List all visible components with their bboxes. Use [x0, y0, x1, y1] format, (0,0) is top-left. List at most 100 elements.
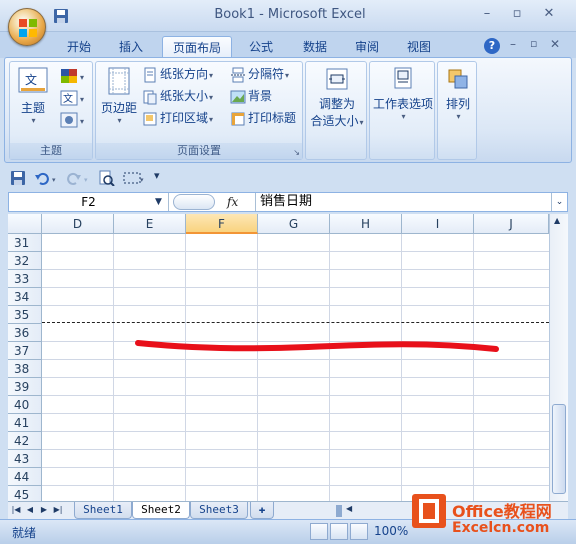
last-sheet-icon[interactable]: ▶| — [52, 503, 64, 517]
group-page-setup: 页边距 ▾ 纸张方向▾ 纸张大小▾ 打印区域▾ 分隔符▾ 背景 打印标题 页面设… — [95, 61, 303, 160]
first-sheet-icon[interactable]: |◀ — [10, 503, 22, 517]
group-themes: 文 主题 ▾ ▾ 文 ▾ ▾ 主题 — [9, 61, 93, 160]
svg-text:▾: ▾ — [80, 117, 84, 126]
scale-to-fit-button[interactable]: 调整为 合适大小▾ — [306, 66, 368, 129]
tab-page-layout[interactable]: 页面布局 — [162, 36, 232, 58]
tab-review[interactable]: 审阅 — [346, 36, 388, 58]
sheet-options-button[interactable]: 工作表选项 ▾ — [370, 66, 436, 121]
tab-data[interactable]: 数据 — [294, 36, 336, 58]
insert-sheet-icon[interactable]: ✚ — [250, 502, 274, 519]
background-icon — [230, 90, 246, 103]
ribbon-minimize-icon[interactable]: – — [510, 37, 516, 51]
tab-home[interactable]: 开始 — [58, 36, 100, 58]
theme-colors-button[interactable]: ▾ — [60, 68, 88, 86]
office-button[interactable] — [8, 8, 46, 46]
breaks-button[interactable]: 分隔符▾ — [230, 64, 289, 84]
watermark-logo — [412, 494, 446, 528]
save-icon[interactable] — [10, 170, 26, 186]
close-button[interactable]: ✕ — [537, 4, 561, 24]
ribbon: 文 主题 ▾ ▾ 文 ▾ ▾ 主题 页边距 ▾ 纸张方向▾ 纸张大小▾ 打印区域▾ — [4, 57, 572, 163]
formula-bar: F2 ▼ fx 销售日期 ⌄ — [8, 192, 568, 212]
next-sheet-icon[interactable]: ▶ — [38, 503, 50, 517]
margins-label: 页边距 — [100, 101, 137, 115]
page-layout-view-icon[interactable] — [330, 523, 348, 540]
tab-formulas[interactable]: 公式 — [240, 36, 282, 58]
scroll-up-icon[interactable]: ▲ — [554, 216, 560, 225]
scroll-left-icon[interactable]: ◀ — [346, 504, 352, 513]
themes-group-label: 主题 — [10, 143, 92, 159]
normal-view-icon[interactable] — [310, 523, 328, 540]
select-region-icon[interactable]: ▾ — [122, 170, 146, 186]
help-icon[interactable]: ? — [484, 38, 500, 54]
group-arrange: 排列 ▾ — [437, 61, 477, 160]
name-box[interactable]: F2 — [9, 193, 169, 211]
vertical-scrollbar[interactable]: ▲ — [549, 214, 568, 502]
sheet-tab[interactable]: Sheet1 — [74, 502, 132, 519]
office-logo-icon — [19, 19, 37, 37]
sheet-tab-active[interactable]: Sheet2 — [132, 502, 190, 519]
status-text: 就绪 — [12, 526, 37, 540]
themes-label: 主题 — [20, 101, 45, 115]
orientation-button[interactable]: 纸张方向▾ — [142, 64, 213, 84]
prev-sheet-icon[interactable]: ◀ — [24, 503, 36, 517]
tab-split-handle[interactable] — [336, 505, 342, 517]
expand-formula-bar-icon[interactable]: ⌄ — [551, 193, 567, 211]
background-label: 背景 — [248, 89, 273, 103]
ribbon-close-icon[interactable]: ✕ — [550, 37, 560, 51]
customize-qat-icon[interactable]: ▾ — [154, 169, 160, 182]
page-break-view-icon[interactable] — [350, 523, 368, 540]
svg-text:▾: ▾ — [140, 176, 144, 184]
print-titles-button[interactable]: 打印标题 — [230, 108, 296, 128]
tab-view[interactable]: 视图 — [398, 36, 440, 58]
svg-text:文: 文 — [63, 92, 73, 105]
orientation-label: 纸张方向 — [160, 67, 209, 81]
watermark-url: Excelcn.com — [452, 520, 550, 536]
ribbon-tab-row: 开始 插入 页面布局 公式 数据 审阅 视图 ? – ▫ ✕ — [0, 32, 576, 58]
group-sheet-options: 工作表选项 ▾ — [369, 61, 435, 160]
themes-button[interactable]: 文 主题 ▾ — [14, 66, 52, 125]
print-area-label: 打印区域 — [160, 111, 209, 125]
redo-icon[interactable]: ▾ — [66, 170, 92, 186]
scale-to-fit-icon — [326, 68, 348, 90]
scale-line1: 调整为 — [318, 97, 355, 111]
title-bar: Book1 - Microsoft Excel – ▫ ✕ — [0, 0, 576, 32]
arrange-button[interactable]: 排列 ▾ — [438, 66, 478, 121]
theme-effects-button[interactable]: ▾ — [60, 112, 88, 130]
ribbon-restore-icon[interactable]: ▫ — [530, 37, 537, 50]
scroll-thumb[interactable] — [552, 404, 566, 494]
dropdown-arrow-icon: ▾ — [117, 116, 122, 125]
size-button[interactable]: 纸张大小▾ — [142, 86, 213, 106]
dropdown-arrow-icon: ▾ — [31, 116, 36, 125]
name-box-dropdown-icon[interactable]: ▼ — [155, 193, 162, 211]
insert-function-icon[interactable]: fx — [227, 193, 247, 211]
breaks-label: 分隔符 — [248, 67, 285, 81]
theme-fonts-button[interactable]: 文 ▾ — [60, 90, 88, 108]
svg-text:文: 文 — [25, 72, 37, 87]
print-preview-icon[interactable] — [98, 170, 116, 186]
minimize-button[interactable]: – — [475, 4, 499, 24]
undo-icon[interactable]: ▾ — [34, 170, 60, 186]
formula-input[interactable]: 销售日期 — [255, 193, 545, 211]
margins-button[interactable]: 页边距 ▾ — [98, 66, 140, 125]
tab-insert[interactable]: 插入 — [110, 36, 152, 58]
size-label: 纸张大小 — [160, 89, 209, 103]
dialog-launcher-icon[interactable]: ↘ — [293, 148, 300, 157]
maximize-button[interactable]: ▫ — [505, 4, 529, 24]
print-area-button[interactable]: 打印区域▾ — [142, 108, 213, 128]
formula-bar-resize-icon[interactable] — [173, 194, 215, 210]
background-button[interactable]: 背景 — [230, 86, 272, 106]
sheet-tab[interactable]: Sheet3 — [190, 502, 248, 519]
svg-text:▾: ▾ — [80, 95, 84, 104]
zoom-level[interactable]: 100% — [374, 524, 408, 538]
page-setup-group-label: 页面设置 — [96, 143, 302, 159]
print-titles-label: 打印标题 — [248, 111, 297, 125]
worksheet-grid[interactable]: D E F G H I J 31 32 33 34 35 36 37 38 39… — [8, 214, 549, 502]
theme-fonts-icon: 文 ▾ — [60, 90, 84, 106]
print-titles-icon — [231, 112, 245, 125]
svg-text:▾: ▾ — [84, 176, 88, 184]
group-scale-to-fit: 调整为 合适大小▾ — [305, 61, 367, 160]
save-icon[interactable] — [52, 7, 72, 25]
watermark-title: Office教程网 — [452, 502, 552, 521]
annotation-stroke — [135, 340, 499, 352]
orientation-icon — [144, 67, 156, 82]
